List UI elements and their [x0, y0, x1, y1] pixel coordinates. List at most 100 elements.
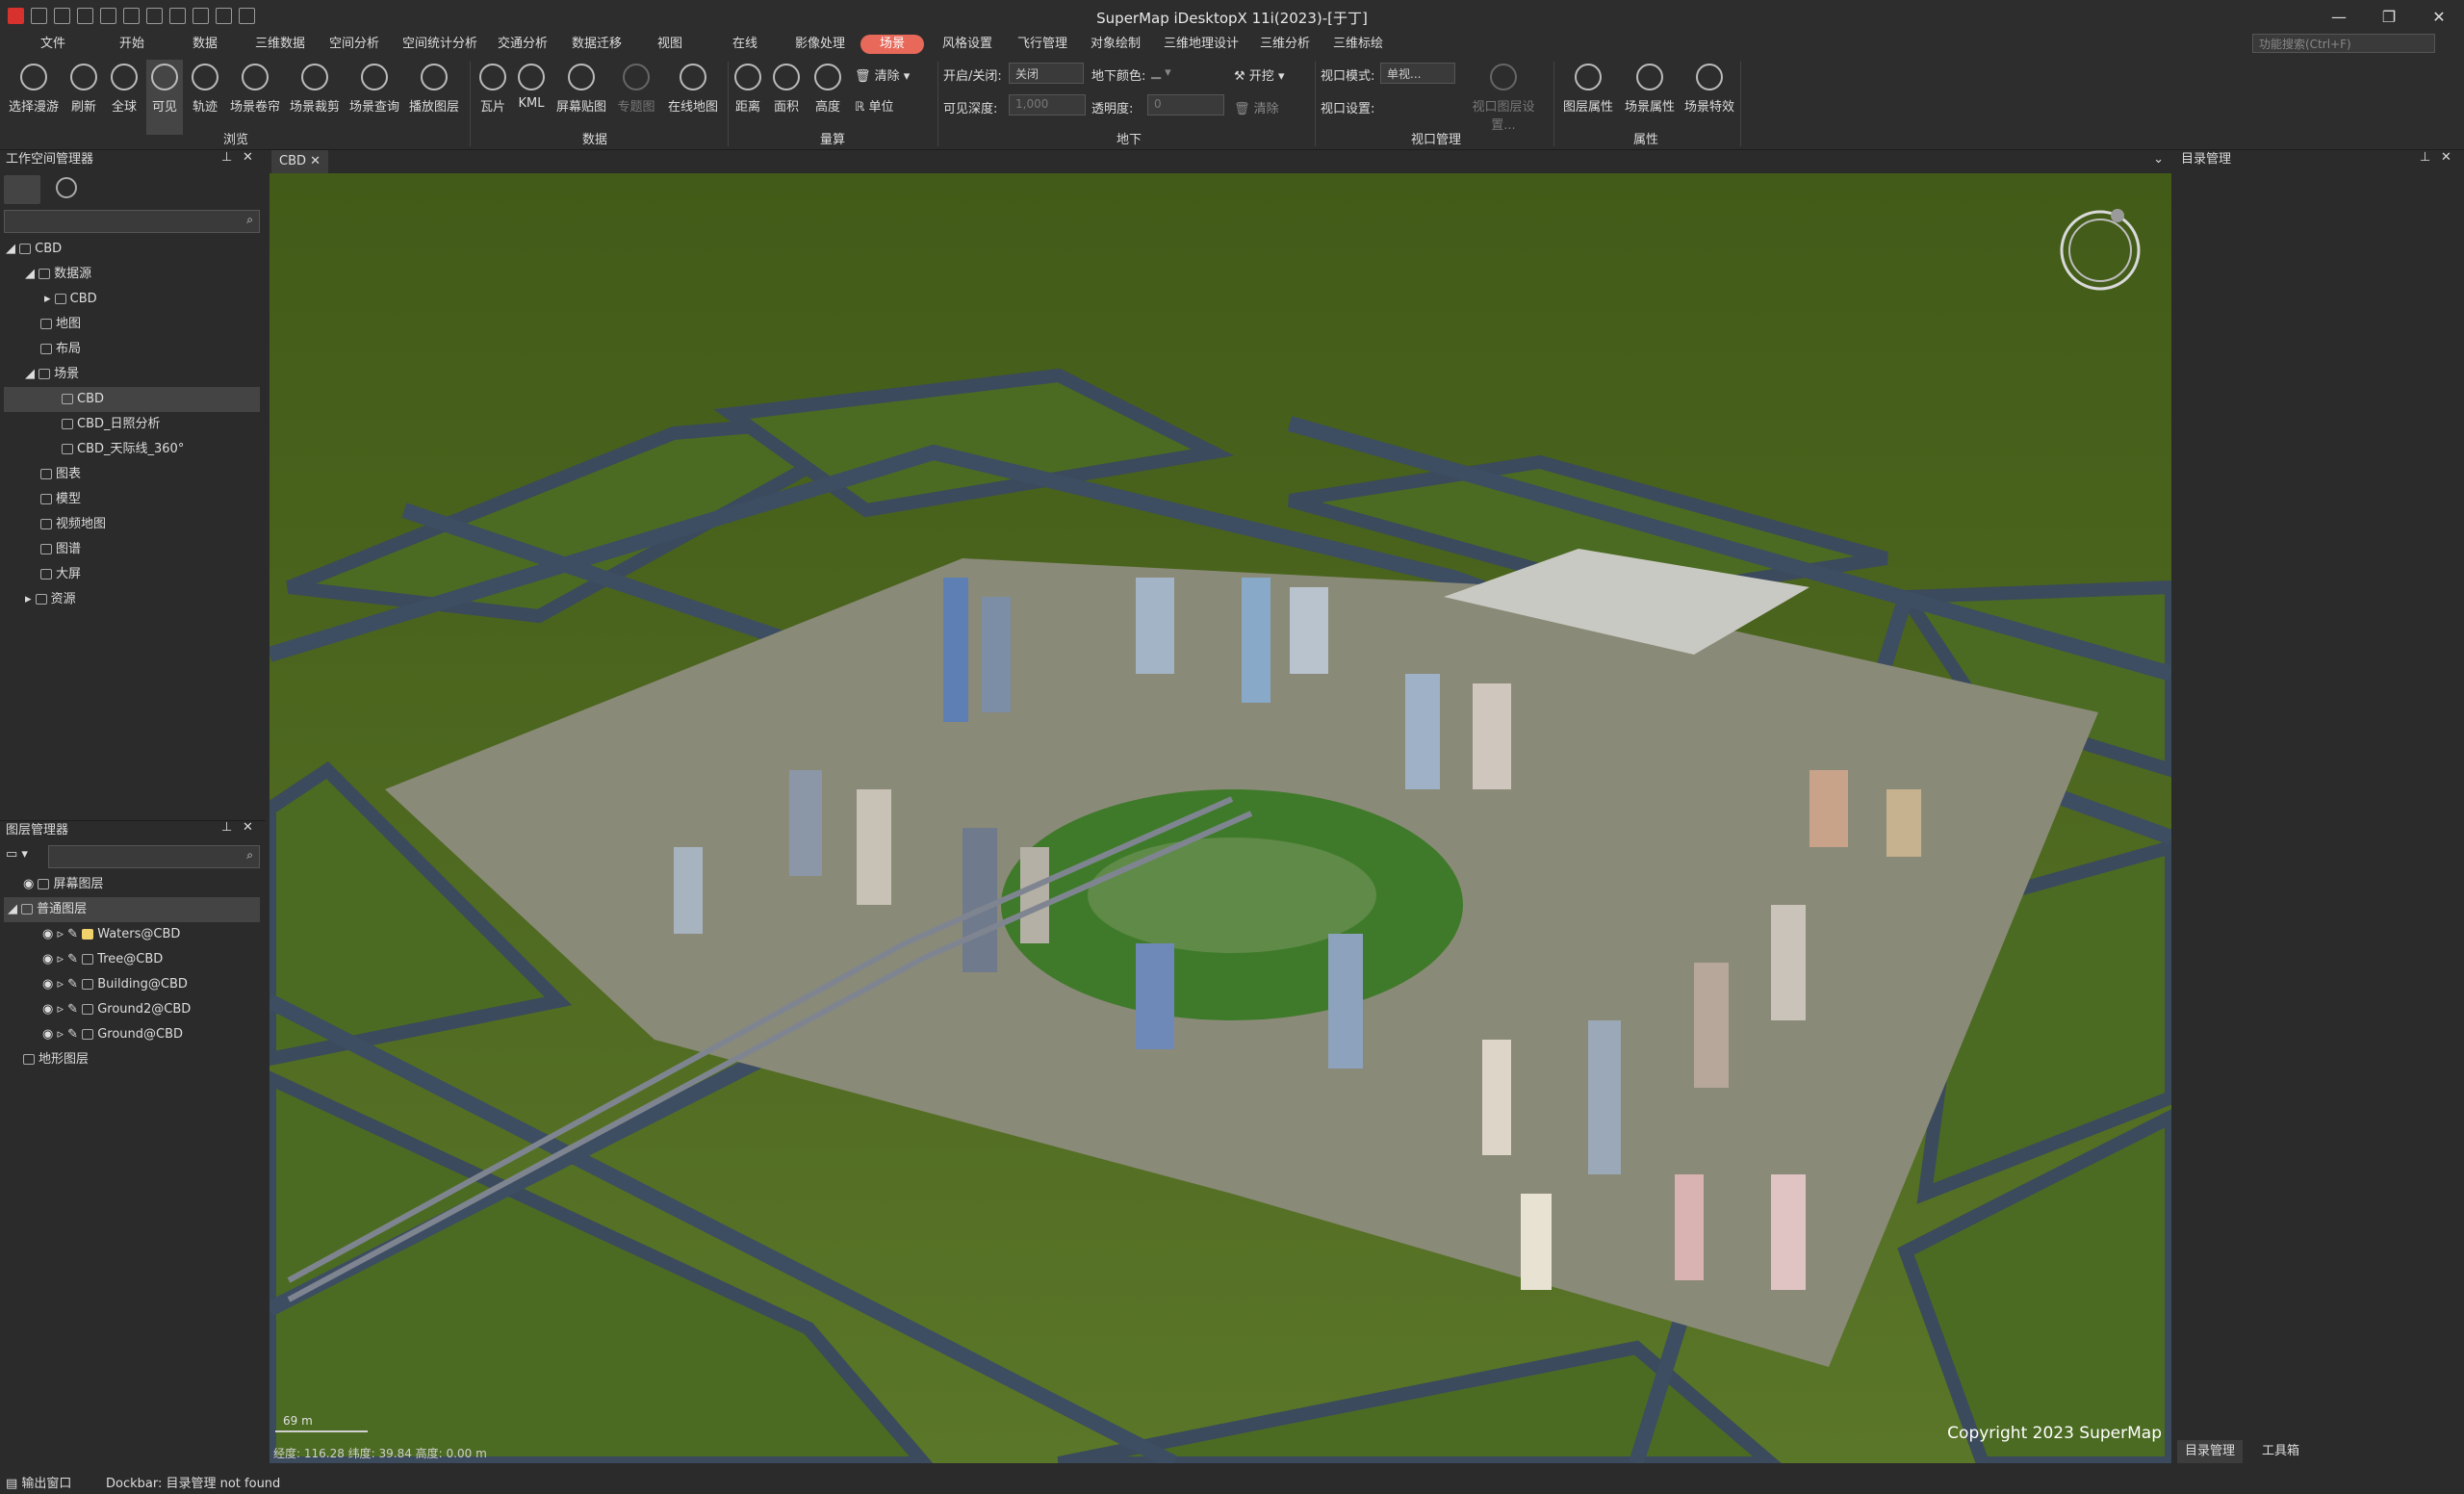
editable-icon[interactable]: ✎	[67, 1027, 82, 1042]
pin-icon[interactable]: ⊥	[2420, 150, 2430, 165]
menu-view[interactable]: 视图	[657, 35, 682, 54]
distance-button[interactable]: 距离	[732, 60, 764, 135]
online-map-button[interactable]: 在线地图	[664, 60, 722, 135]
tree-item-video-maps[interactable]: 视频地图	[40, 512, 106, 537]
selectable-icon[interactable]: ▹	[57, 952, 67, 966]
layer-properties-button[interactable]: 图层属性	[1559, 60, 1617, 135]
opacity-input[interactable]: 0	[1147, 94, 1224, 116]
selectable-icon[interactable]: ▹	[57, 977, 67, 992]
layer-item[interactable]: ◉ ▹ ✎ Ground2@CBD	[42, 997, 191, 1022]
tile-button[interactable]: 瓦片	[475, 60, 510, 135]
tree-item-scene-cbd[interactable]: CBD	[4, 387, 260, 412]
tree-item-resources[interactable]: ▸ 资源	[25, 587, 76, 612]
measure-clear-button[interactable]: 🗑 清除 ▾	[855, 65, 910, 84]
close-panel-icon[interactable]: ✕	[243, 150, 253, 165]
menu-draw-objects[interactable]: 对象绘制	[1091, 35, 1141, 54]
restore-icon[interactable]: ❐	[2364, 0, 2414, 33]
scene-viewport[interactable]: 69 m 经度: 116.28 纬度: 39.84 高度: 0.00 m Cop…	[270, 173, 2171, 1463]
tree-item-models[interactable]: 模型	[40, 487, 81, 512]
menu-3d-data[interactable]: 三维数据	[255, 35, 305, 54]
menu-traffic-analysis[interactable]: 交通分析	[498, 35, 548, 54]
visibility-icon[interactable]: ◉	[42, 952, 57, 966]
tree-item-layouts[interactable]: 布局	[40, 337, 81, 362]
tab-list-chevron-icon[interactable]: ⌄	[2153, 152, 2164, 167]
thematic-map-button[interactable]: 专题图	[614, 60, 658, 135]
tree-item-maps[interactable]: 地图	[40, 312, 81, 337]
underground-toggle-select[interactable]: 关闭	[1009, 63, 1084, 84]
track-button[interactable]: 轨迹	[187, 60, 223, 135]
visibility-icon[interactable]: ◉	[42, 977, 57, 992]
tree-item-graphs[interactable]: 图谱	[40, 537, 81, 562]
underground-clear-button[interactable]: 🗑 清除	[1234, 98, 1279, 116]
workspace-tree-tab-icon[interactable]	[4, 175, 40, 204]
screen-overlay-button[interactable]: 屏幕贴图	[552, 60, 610, 135]
scene-swipe-button[interactable]: 场景卷帘	[227, 60, 283, 135]
layer-item[interactable]: ◉ ▹ ✎ Tree@CBD	[42, 947, 163, 972]
layer-item[interactable]: ◉ ▹ ✎ Ground@CBD	[42, 1022, 183, 1047]
output-window-button[interactable]: ▤ 输出窗口	[6, 1473, 71, 1491]
layer-group-screen[interactable]: ◉ 屏幕图层	[23, 872, 104, 897]
tree-item-scene-sunlight[interactable]: CBD_日照分析	[62, 412, 161, 437]
menu-home[interactable]: 开始	[119, 35, 144, 54]
viewport-layer-settings-button[interactable]: 视口图层设置...	[1461, 60, 1546, 135]
menu-flight[interactable]: 飞行管理	[1017, 35, 1067, 54]
workspace-cloud-tab-icon[interactable]	[56, 177, 77, 198]
selectable-icon[interactable]: ▹	[57, 1027, 67, 1042]
menu-scene[interactable]: 场景	[860, 35, 925, 54]
add-layer-icon[interactable]: ▭ ▾	[6, 847, 28, 862]
measure-unit-button[interactable]: ℝ 单位	[855, 96, 893, 115]
editable-icon[interactable]: ✎	[67, 1002, 82, 1017]
function-search-input[interactable]: 功能搜索(Ctrl+F)	[2252, 34, 2435, 53]
refresh-button[interactable]: 刷新	[67, 60, 100, 135]
tab-catalog[interactable]: 目录管理	[2177, 1440, 2244, 1463]
menu-spatial-statistics[interactable]: 空间统计分析	[402, 35, 477, 54]
height-button[interactable]: 高度	[810, 60, 845, 135]
menu-imagery[interactable]: 影像处理	[795, 35, 845, 54]
globe-button[interactable]: 全球	[106, 60, 142, 135]
scene-effects-button[interactable]: 场景特效	[1681, 60, 1738, 135]
pin-icon[interactable]: ⊥	[221, 820, 232, 835]
layer-group-normal[interactable]: ◢ 普通图层	[4, 897, 260, 922]
menu-3d-plotting[interactable]: 三维标绘	[1333, 35, 1383, 54]
menu-3d-design[interactable]: 三维地理设计	[1164, 35, 1239, 54]
close-panel-icon[interactable]: ✕	[243, 820, 253, 835]
layer-item[interactable]: ◉ ▹ ✎ Building@CBD	[42, 972, 188, 997]
tree-item-workspace[interactable]: ◢ CBD	[6, 237, 62, 262]
close-panel-icon[interactable]: ✕	[2441, 150, 2451, 165]
tree-item-scene-skyline[interactable]: CBD_天际线_360°	[62, 437, 184, 462]
editable-icon[interactable]: ✎	[67, 977, 82, 992]
visibility-icon[interactable]: ◉	[42, 1002, 57, 1017]
underground-color-picker[interactable]: ▁ ▾	[1151, 65, 1171, 80]
tree-item-datasources[interactable]: ◢ 数据源	[25, 262, 91, 287]
tab-toolbox[interactable]: 工具箱	[2254, 1440, 2307, 1463]
tree-item-charts[interactable]: 图表	[40, 462, 81, 487]
kml-button[interactable]: KML	[514, 60, 549, 135]
pin-icon[interactable]: ⊥	[221, 150, 232, 165]
visibility-icon[interactable]: ◉	[42, 927, 57, 941]
tab-scene-cbd[interactable]: CBD ✕	[271, 150, 329, 173]
editable-icon[interactable]: ✎	[67, 952, 82, 966]
visible-button[interactable]: 可见	[146, 60, 183, 135]
tree-item-datasource-cbd[interactable]: ▸ CBD	[44, 287, 97, 312]
workspace-search-input[interactable]: ⌕	[4, 210, 260, 233]
scene-properties-button[interactable]: 场景属性	[1621, 60, 1679, 135]
tree-item-screens[interactable]: 大屏	[40, 562, 81, 587]
scene-query-button[interactable]: 场景查询	[346, 60, 402, 135]
visibility-icon[interactable]: ◉	[42, 1027, 57, 1042]
menu-spatial-analysis[interactable]: 空间分析	[329, 35, 379, 54]
close-icon[interactable]: ✕	[2414, 0, 2464, 33]
close-tab-icon[interactable]: ✕	[310, 154, 321, 168]
layer-search-input[interactable]: ⌕	[48, 845, 260, 868]
selectable-icon[interactable]: ▹	[57, 927, 67, 941]
area-button[interactable]: 面积	[770, 60, 803, 135]
menu-file[interactable]: 文件	[40, 35, 65, 54]
minimize-icon[interactable]: —	[2314, 0, 2364, 33]
play-layer-button[interactable]: 播放图层	[406, 60, 462, 135]
visibility-icon[interactable]: ◉	[23, 877, 38, 891]
layer-item[interactable]: ◉ ▹ ✎ Waters@CBD	[42, 922, 180, 947]
menu-3d-analysis[interactable]: 三维分析	[1260, 35, 1310, 54]
visible-depth-input[interactable]: 1,000	[1009, 94, 1086, 116]
selectable-icon[interactable]: ▹	[57, 1002, 67, 1017]
editable-icon[interactable]: ✎	[67, 927, 82, 941]
excavate-button[interactable]: ⚒ 开挖 ▾	[1234, 65, 1284, 84]
